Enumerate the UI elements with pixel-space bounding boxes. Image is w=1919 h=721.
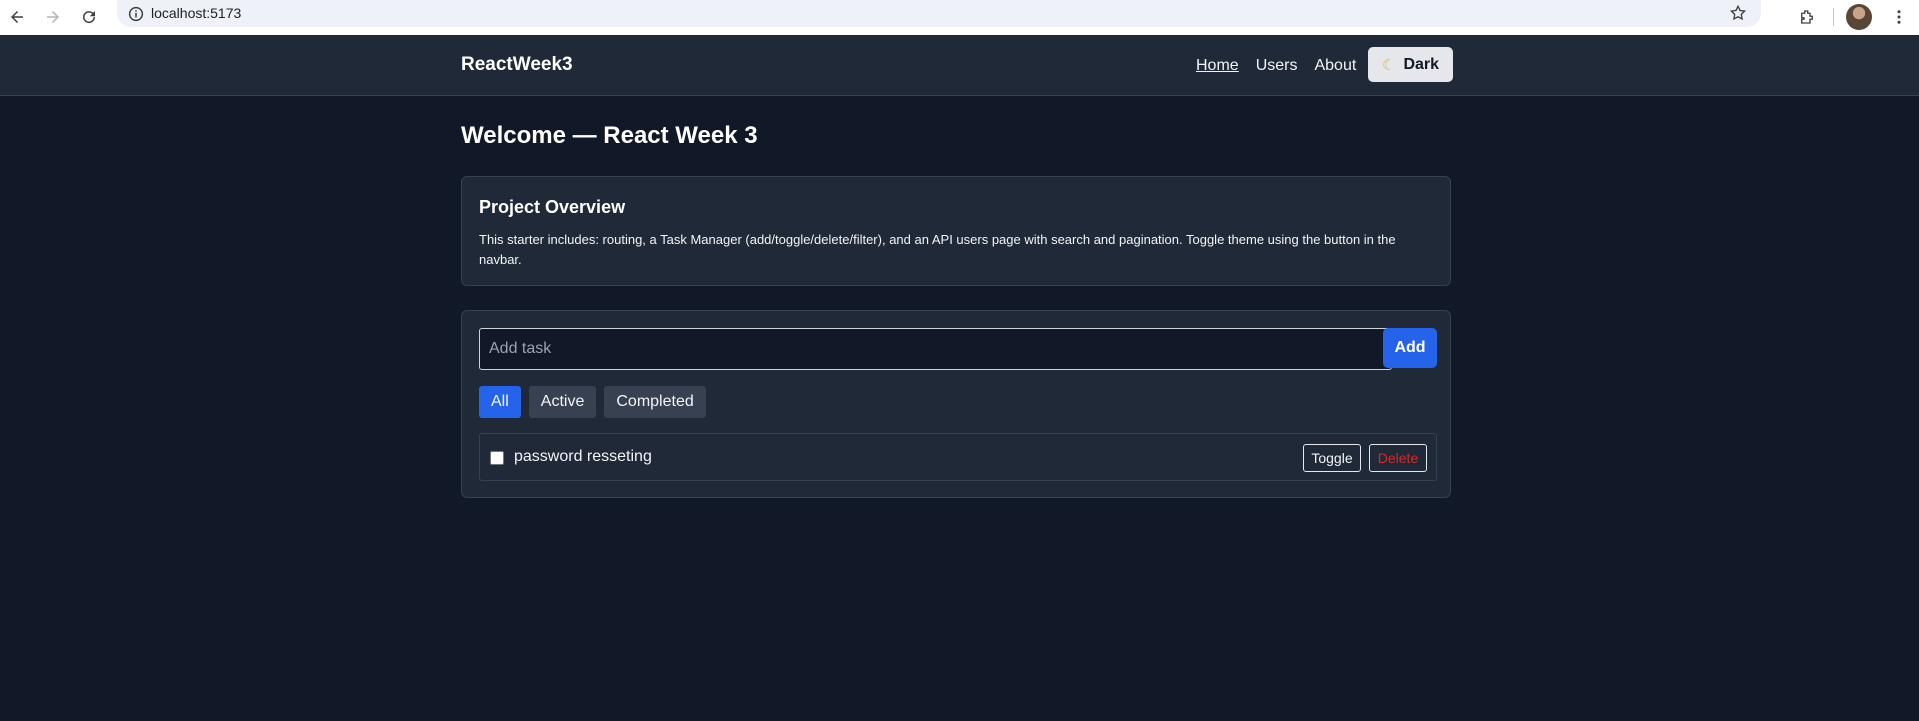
task-text: password resseting — [514, 448, 652, 465]
add-task-input[interactable] — [479, 328, 1392, 370]
toolbar-separator — [1833, 8, 1834, 26]
more-menu-icon[interactable] — [1886, 4, 1912, 30]
navbar: ReactWeek3 Home Users About ☾ Dark — [0, 35, 1919, 96]
overview-text: This starter includes: routing, a Task M… — [479, 232, 1396, 267]
site-info-icon[interactable] — [123, 1, 149, 27]
nav-link-about[interactable]: About — [1314, 57, 1356, 75]
task-manager-card: Add All Active Completed password resset… — [461, 310, 1451, 498]
theme-toggle-label: Dark — [1403, 55, 1440, 73]
add-task-button[interactable]: Add — [1383, 328, 1437, 368]
url-text[interactable]: localhost:5173 — [151, 5, 241, 21]
profile-avatar[interactable] — [1846, 4, 1872, 30]
moon-icon: ☾ — [1381, 56, 1396, 74]
browser-toolbar: localhost:5173 — [0, 0, 1919, 36]
bookmark-star-icon[interactable] — [1725, 0, 1751, 26]
forward-icon[interactable] — [40, 4, 66, 30]
delete-task-button[interactable]: Delete — [1369, 444, 1427, 472]
page-title: Welcome — React Week 3 — [461, 122, 758, 149]
reload-icon[interactable] — [76, 4, 102, 30]
nav-links: Home Users About — [1196, 57, 1356, 75]
address-bar[interactable]: localhost:5173 — [117, 0, 1761, 27]
project-overview-card: Project Overview This starter includes: … — [461, 176, 1451, 286]
theme-toggle-button[interactable]: ☾ Dark — [1368, 47, 1453, 82]
task-item: password resseting Toggle Delete — [479, 433, 1437, 481]
task-complete-checkbox[interactable] — [490, 451, 504, 465]
filter-completed-button[interactable]: Completed — [604, 386, 706, 418]
filter-active-button[interactable]: Active — [528, 386, 597, 418]
filter-all-button[interactable]: All — [479, 386, 521, 418]
toggle-task-button[interactable]: Toggle — [1303, 444, 1361, 472]
task-filters: All Active Completed — [479, 386, 706, 418]
nav-link-home[interactable]: Home — [1196, 57, 1239, 75]
overview-heading: Project Overview — [479, 197, 626, 217]
extensions-icon[interactable] — [1794, 4, 1820, 30]
brand-logo[interactable]: ReactWeek3 — [461, 54, 573, 76]
nav-link-users[interactable]: Users — [1256, 57, 1298, 75]
back-icon[interactable] — [4, 4, 30, 30]
